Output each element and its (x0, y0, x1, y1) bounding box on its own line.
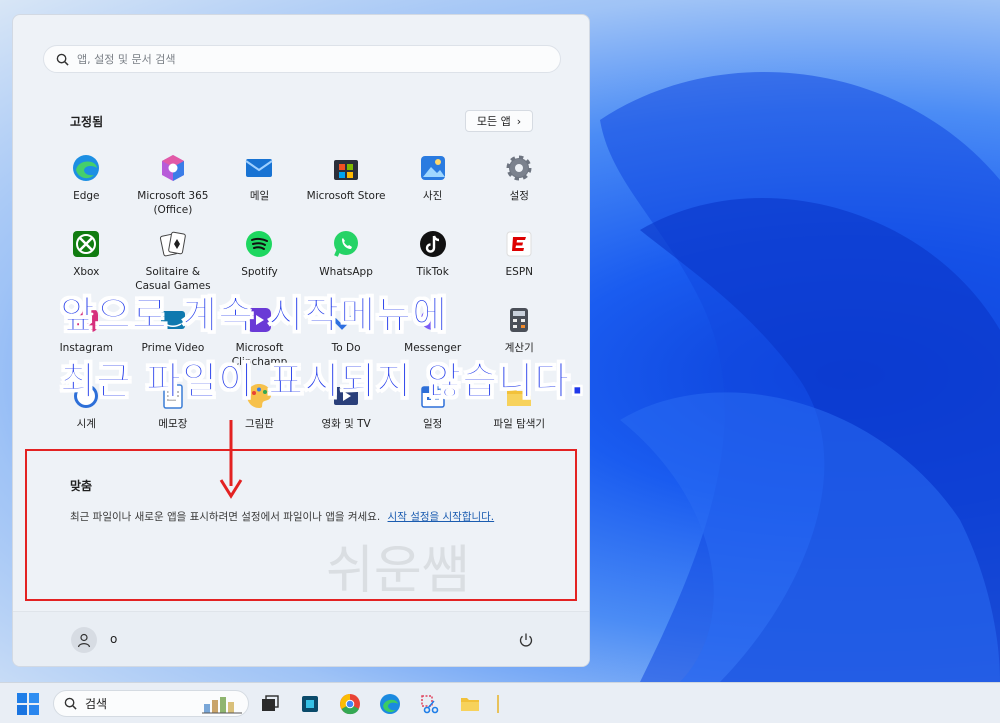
annotation-line-2: 최근 파일이 표시되지 않습니다. (60, 359, 586, 404)
pinned-app-label: 사진 (423, 190, 443, 202)
chevron-right-icon: › (516, 114, 522, 128)
microsoft-365-icon (158, 153, 188, 183)
pinned-app-mail[interactable]: 메일 (216, 149, 303, 225)
pinned-app-espn[interactable]: ESPN (476, 225, 563, 301)
user-icon (77, 633, 91, 648)
pinned-app-microsoft-365[interactable]: Microsoft 365 (Office) (130, 149, 217, 225)
pinned-app-label: Spotify (241, 266, 278, 278)
store-icon (331, 153, 361, 183)
settings-gear-icon (504, 153, 534, 183)
pinned-title: 고정됨 (70, 115, 104, 129)
all-apps-button[interactable]: 모든 앱 › (465, 110, 533, 132)
pinned-app-label: Xbox (73, 266, 100, 278)
pinned-app-label: TikTok (416, 266, 449, 278)
pinned-app-label: Microsoft Store (306, 190, 386, 202)
pinned-app-label: WhatsApp (319, 266, 373, 278)
start-footer: o (13, 611, 589, 666)
taskbar-search-label: 검색 (85, 697, 108, 711)
xbox-icon (71, 229, 101, 259)
edge-icon (71, 153, 101, 183)
pinned-app-edge[interactable]: Edge (43, 149, 130, 225)
tiktok-icon (418, 229, 448, 259)
pinned-app-label: 시계 (76, 418, 96, 430)
pinned-app-label: 설정 (509, 190, 529, 202)
pinned-app-settings-gear[interactable]: 설정 (476, 149, 563, 225)
taskbar-search-box[interactable]: 검색 (53, 690, 249, 717)
annotation-highlight-box (25, 449, 577, 601)
pinned-app-label: Microsoft 365 (Office) (137, 190, 209, 216)
pinned-app-store[interactable]: Microsoft Store (303, 149, 390, 225)
start-search-box[interactable] (43, 45, 561, 73)
whatsapp-icon (331, 229, 361, 259)
pinned-app-label: 메모장 (158, 418, 188, 430)
pinned-app-label: 파일 탐색기 (493, 418, 546, 430)
espn-icon (504, 229, 534, 259)
windows-start-icon[interactable] (16, 692, 40, 716)
search-icon (56, 53, 69, 66)
photos-icon (418, 153, 448, 183)
pinned-app-label: Edge (73, 190, 100, 202)
taskbar: 검색 (0, 682, 1000, 723)
mail-icon (244, 153, 274, 183)
pinned-app-label: 일정 (423, 418, 443, 430)
watermark: 쉬운쌤 (326, 541, 470, 601)
chrome-icon[interactable] (338, 692, 362, 716)
annotation-line-1: 앞으로 계속 시작메뉴에 (59, 293, 449, 338)
search-highlight-icon (202, 696, 242, 713)
power-button[interactable] (515, 629, 537, 651)
taskbar-separator (497, 695, 499, 713)
user-avatar[interactable] (71, 627, 97, 653)
widgets-icon[interactable] (298, 692, 322, 716)
pinned-app-label: ESPN (505, 266, 534, 278)
calculator-icon (504, 305, 534, 335)
power-icon (519, 633, 533, 647)
all-apps-label: 모든 앱 (476, 115, 511, 128)
task-view-icon[interactable] (258, 692, 282, 716)
user-name[interactable]: o (110, 632, 117, 646)
search-icon (64, 697, 77, 710)
pinned-app-label: 영화 및 TV (321, 418, 371, 430)
edge-icon[interactable] (378, 692, 402, 716)
search-input[interactable] (77, 52, 517, 66)
spotify-icon (244, 229, 274, 259)
pinned-app-label: 그림판 (244, 418, 274, 430)
pinned-app-label: 메일 (249, 190, 270, 202)
file-explorer-icon[interactable] (458, 692, 482, 716)
snipping-tool-icon[interactable] (418, 692, 442, 716)
pinned-app-photos[interactable]: 사진 (389, 149, 476, 225)
solitaire-icon (158, 229, 188, 259)
